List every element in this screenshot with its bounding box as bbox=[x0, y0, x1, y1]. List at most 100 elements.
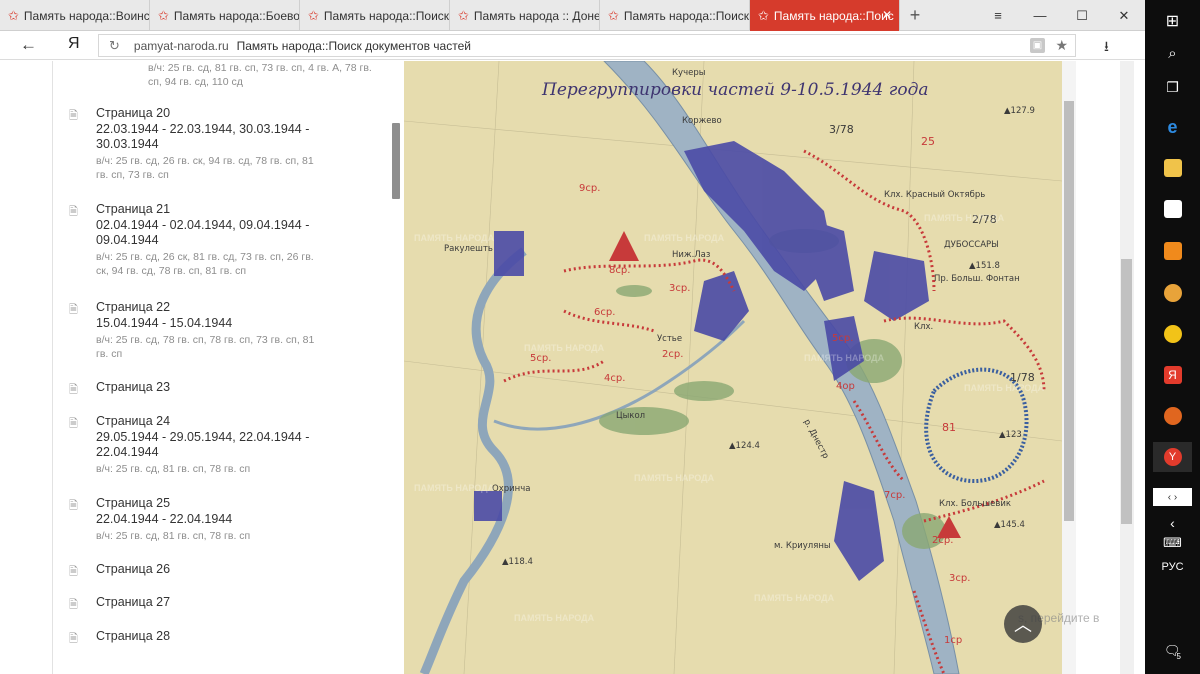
keyboard-button[interactable]: ⌨ bbox=[1153, 528, 1192, 558]
document-icon: 🗎 bbox=[69, 633, 78, 645]
minimize-icon[interactable]: — bbox=[1019, 0, 1061, 31]
store-icon bbox=[1163, 200, 1182, 218]
page-scrollbar[interactable] bbox=[1120, 61, 1134, 674]
document-icon: 🗎 bbox=[69, 304, 78, 316]
tab-1[interactable]: ✩ Память народа::Воинск bbox=[0, 0, 150, 31]
tray-scroll[interactable]: ‹ › bbox=[1153, 488, 1192, 506]
document-pages-list: в/ч: 25 гв. сд, 81 гв. сп, 73 гв. сп, 4 … bbox=[52, 61, 388, 674]
document-icon: 🗎 bbox=[69, 206, 78, 218]
map-label: Клх. Большевик bbox=[939, 499, 1011, 509]
menu-icon[interactable]: ≡ bbox=[977, 0, 1019, 31]
lock-icon[interactable]: ▣ bbox=[1030, 38, 1045, 53]
input-language[interactable]: РУС bbox=[1153, 561, 1192, 573]
page-units: в/ч: 25 гв. сд, 26 гв. ск, 94 гв. сд, 78… bbox=[96, 155, 314, 181]
yandex-app[interactable]: Я bbox=[1153, 360, 1192, 390]
chrome-app[interactable] bbox=[1153, 278, 1192, 308]
map-label: Кучеры bbox=[672, 68, 705, 78]
page-title[interactable]: Страница 25 bbox=[96, 495, 170, 511]
map-label: 3/78 bbox=[829, 123, 854, 136]
bookmark-star-icon[interactable]: ★ bbox=[1055, 37, 1068, 54]
map-watermark: ПАМЯТЬ НАРОДА bbox=[634, 473, 715, 483]
map-label: ▲151.8 bbox=[969, 261, 1000, 271]
map-label: ▲145.4 bbox=[994, 520, 1025, 530]
search-icon: ⌕ bbox=[1168, 44, 1177, 62]
page-units: в/ч: 25 гв. сд, 26 ск, 81 гв. сд, 73 гв.… bbox=[96, 251, 314, 277]
map-watermark: ПАМЯТЬ НАРОДА bbox=[644, 233, 725, 243]
notifications-button[interactable]: 🗨 5 bbox=[1153, 636, 1192, 666]
page-title[interactable]: Страница 26 bbox=[96, 561, 170, 577]
page-title[interactable]: Страница 23 bbox=[96, 379, 170, 395]
chrome-canary-app[interactable] bbox=[1153, 319, 1192, 349]
tab-5[interactable]: ✩ Память народа::Поиск bbox=[600, 0, 750, 31]
window-controls: ≡ — ☐ ✕ bbox=[977, 0, 1145, 31]
page-dates: 22.03.1944 - 22.03.1944, 30.03.1944 - 30… bbox=[96, 122, 310, 151]
tab-3[interactable]: ✩ Память народа::Поиск bbox=[300, 0, 450, 31]
firefox-app[interactable] bbox=[1153, 401, 1192, 431]
yandex-logo[interactable]: Я bbox=[68, 35, 80, 53]
page-title[interactable]: Страница 24 bbox=[96, 413, 170, 429]
search-button[interactable]: ⌕ bbox=[1153, 38, 1192, 68]
chrome-canary-icon bbox=[1163, 325, 1182, 343]
media-app[interactable] bbox=[1153, 236, 1192, 266]
task-view-button[interactable]: ❐ bbox=[1153, 72, 1192, 102]
tab-label: Память народа :: Донес bbox=[473, 8, 599, 23]
explorer-app[interactable] bbox=[1153, 153, 1192, 183]
address-page-title: Память народа::Поиск документов частей bbox=[236, 38, 471, 53]
edge-icon: e bbox=[1167, 116, 1178, 137]
list-scrollbar-thumb[interactable] bbox=[392, 123, 400, 199]
edge-app[interactable]: e bbox=[1153, 112, 1192, 142]
map-watermark: ПАМЯТЬ НАРОДА bbox=[414, 233, 495, 243]
yandex-browser-app[interactable]: Y bbox=[1153, 442, 1192, 472]
store-app[interactable] bbox=[1153, 194, 1192, 224]
page-dates: 02.04.1944 - 02.04.1944, 09.04.1944 - 09… bbox=[96, 218, 310, 247]
page-units: в/ч: 25 гв. сд, 81 гв. сп, 78 гв. сп bbox=[96, 530, 251, 542]
map-watermark: ПАМЯТЬ НАРОДА bbox=[414, 483, 495, 493]
document-icon: 🗎 bbox=[69, 418, 78, 430]
media-player-icon bbox=[1163, 242, 1182, 260]
map-label: 7ср. bbox=[884, 490, 905, 501]
map-label: 3ср. bbox=[669, 283, 690, 294]
page-units: в/ч: 25 гв. сд, 78 гв. сп, 78 гв. сп, 73… bbox=[96, 334, 315, 360]
map-label: 8ср. bbox=[609, 265, 630, 276]
document-icon: 🗎 bbox=[69, 599, 78, 611]
tab-4[interactable]: ✩ Память народа :: Донес bbox=[450, 0, 600, 31]
start-button[interactable]: ⊞ bbox=[1153, 6, 1192, 36]
map-label: 9ср. bbox=[579, 183, 600, 194]
map-watermark: ПАМЯТЬ НАРОДА bbox=[754, 593, 835, 603]
tab-6-active[interactable]: ✩ Память народа::Поис ✕ bbox=[750, 0, 900, 31]
page-scrollbar-thumb[interactable] bbox=[1121, 259, 1132, 524]
page-title[interactable]: Страница 27 bbox=[96, 594, 170, 610]
star-icon: ✩ bbox=[458, 7, 469, 23]
page-dates: 22.04.1944 - 22.04.1944 bbox=[96, 512, 233, 526]
page-title[interactable]: Страница 22 bbox=[96, 299, 170, 315]
maximize-icon[interactable]: ☐ bbox=[1061, 0, 1103, 31]
map-label: Устье bbox=[657, 334, 682, 344]
tab-2[interactable]: ✩ Память народа::Боевое bbox=[150, 0, 300, 31]
tab-strip: ✩ Память народа::Воинск ✩ Память народа::Б… bbox=[0, 0, 1145, 31]
page-dates: 15.04.1944 - 15.04.1944 bbox=[96, 316, 233, 330]
close-icon[interactable]: ✕ bbox=[882, 8, 892, 22]
reload-icon[interactable]: ↻ bbox=[109, 38, 120, 54]
new-tab-button[interactable]: + bbox=[900, 0, 930, 30]
star-icon: ✩ bbox=[158, 7, 169, 23]
address-domain: pamyat-naroda.ru bbox=[133, 38, 229, 53]
map-label: ▲118.4 bbox=[502, 557, 533, 567]
page-title[interactable]: Страница 21 bbox=[96, 201, 170, 217]
tab-label: Память народа::Поиск bbox=[623, 8, 749, 23]
map-document-viewer[interactable]: Перегруппировки частей 9-10.5.1944 года … bbox=[404, 61, 1062, 674]
viewer-scrollbar[interactable] bbox=[1062, 61, 1076, 674]
download-icon[interactable]: ⭳ bbox=[1104, 36, 1109, 60]
map-watermark: ПАМЯТЬ НАРОДА bbox=[514, 613, 595, 623]
page-title[interactable]: Страница 28 bbox=[96, 628, 170, 644]
close-window-icon[interactable]: ✕ bbox=[1103, 0, 1145, 31]
viewer-scrollbar-thumb[interactable] bbox=[1064, 101, 1074, 521]
page-title[interactable]: Страница 20 bbox=[96, 105, 170, 121]
map-label: Ракулешть bbox=[444, 244, 493, 254]
back-arrow-icon[interactable]: ← bbox=[20, 35, 37, 55]
scroll-to-top-button[interactable]: ︿ bbox=[1004, 605, 1042, 643]
address-bar[interactable]: ↻ pamyat-naroda.ru Память народа::Поиск … bbox=[98, 34, 1076, 57]
map-watermark: ПАМЯТЬ НАРОДА bbox=[924, 213, 1005, 223]
document-icon: 🗎 bbox=[69, 384, 78, 396]
map-image: Перегруппировки частей 9-10.5.1944 года … bbox=[404, 61, 1062, 674]
map-label: 3ср. bbox=[949, 573, 970, 584]
